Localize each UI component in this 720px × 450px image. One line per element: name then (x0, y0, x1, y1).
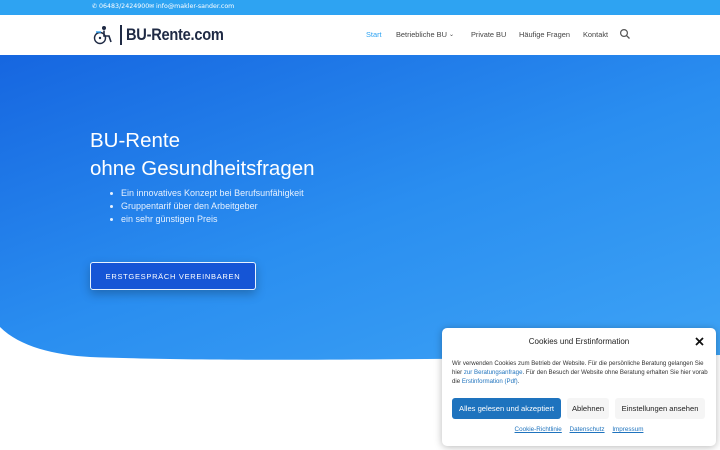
imprint-link[interactable]: Impressum (612, 426, 643, 433)
cookie-description: Wir verwenden Cookies zum Betrieb der We… (452, 359, 708, 386)
phone-contact[interactable]: ✆ 06483/2424900 (92, 3, 149, 10)
email-address: info@makler-sander.com (156, 3, 235, 10)
email-contact[interactable]: ✉ info@makler-sander.com (149, 3, 234, 10)
list-item: ein sehr günstigen Preis (108, 213, 304, 226)
first-information-pdf-link[interactable]: Erstinformation (Pdf) (462, 378, 518, 385)
cookie-dialog-title: Cookies und Erstinformation (528, 337, 630, 346)
nav-item-label: Betriebliche BU (396, 30, 447, 39)
nav-item-private-bu[interactable]: Private BU (471, 30, 506, 39)
cookie-policy-link[interactable]: Cookie-Richtlinie (515, 426, 562, 433)
list-item: Gruppentarif über den Arbeitgeber (108, 200, 304, 213)
nav-item-kontakt[interactable]: Kontakt (583, 30, 608, 39)
consultation-request-link[interactable]: zur Beratungsanfrage (464, 369, 523, 376)
list-item: Ein innovatives Konzept bei Berufsunfähi… (108, 187, 304, 200)
appointment-button[interactable]: ERSTGESPRÄCH VEREINBAREN (90, 262, 256, 290)
cookie-consent-dialog: Cookies und Erstinformation Wir verwende… (442, 328, 716, 446)
accept-all-button[interactable]: Alles gelesen und akzeptiert (452, 398, 561, 419)
main-nav: Start Betriebliche BU ⌄ Private BU Häufig… (0, 30, 720, 42)
nav-item-start[interactable]: Start (366, 30, 382, 39)
hero-title: BU-Rente ohne Gesundheitsfragen (90, 127, 315, 183)
envelope-icon: ✉ (149, 2, 155, 10)
nav-item-betriebliche-bu[interactable]: Betriebliche BU ⌄ (396, 30, 454, 39)
close-icon[interactable] (695, 337, 704, 346)
cookie-footer-links: Cookie-Richtlinie Datenschutz Impressum (442, 426, 716, 433)
chevron-down-icon: ⌄ (448, 32, 454, 38)
phone-number: 06483/2424900 (99, 3, 150, 10)
site-header: BU-Rente.com Start Betriebliche BU ⌄ Priv… (0, 15, 720, 55)
hero-title-line2: ohne Gesundheitsfragen (90, 157, 315, 180)
privacy-link[interactable]: Datenschutz (570, 426, 605, 433)
cookie-text-part: . (517, 378, 520, 385)
phone-icon: ✆ (92, 2, 98, 10)
search-icon[interactable] (619, 28, 631, 40)
nav-item-haeufige-fragen[interactable]: Häufige Fragen (519, 30, 570, 39)
top-bar: ✆ 06483/2424900 ✉ info@makler-sander.com (0, 0, 720, 15)
deny-button[interactable]: Ablehnen (567, 398, 609, 419)
hero-bullet-list: Ein innovatives Konzept bei Berufsunfähi… (108, 187, 304, 226)
view-settings-button[interactable]: Einstellungen ansehen (615, 398, 705, 419)
hero-title-line1: BU-Rente (90, 129, 181, 152)
